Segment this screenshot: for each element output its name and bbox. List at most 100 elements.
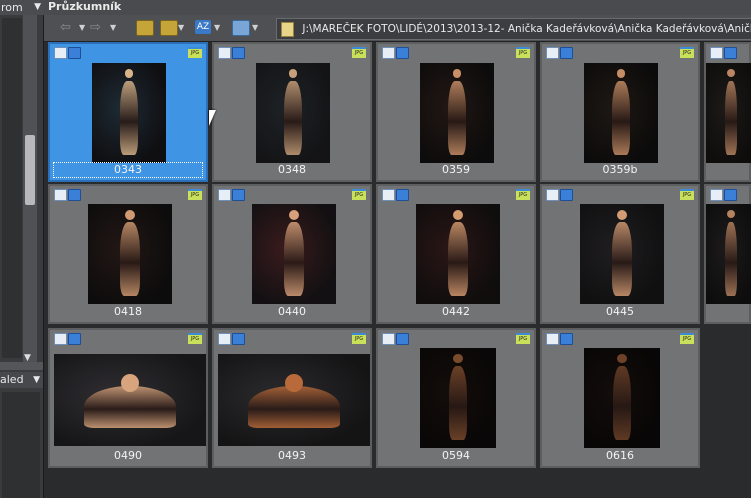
thumbnail-cell[interactable]: JPG 0348 [212,42,372,182]
info-icon [232,189,245,201]
info-icon [560,189,573,201]
model-figure [119,222,141,296]
photo-thumbnail [88,204,172,304]
thumbnail-cell[interactable]: JPG 0440 [212,184,372,324]
thumbnail-cell[interactable]: JPG 0343 [48,42,208,182]
back-dropdown-icon[interactable]: ▼ [79,19,85,37]
photo-thumbnail [584,348,660,448]
thumbnail-label: 0493 [278,449,306,462]
jpg-badge: JPG [188,47,202,58]
jpg-badge: JPG [188,333,202,344]
folder-icon [281,21,294,37]
model-figure [447,222,469,296]
model-figure [448,81,466,155]
photo-thumbnail [706,63,751,163]
thumbnail-label: 0616 [606,449,634,462]
camera-icon [546,189,559,201]
info-icon [724,47,737,59]
jpg-badge: JPG [516,333,530,344]
info-icon [560,47,573,59]
forward-arrow-icon[interactable]: ⇨ [90,19,101,37]
info-icon [396,47,409,59]
model-head [727,210,735,218]
info-icon [724,189,737,201]
model-head [453,354,463,364]
thumbnail-cell[interactable]: JPG 0616 [540,328,700,468]
favorites-folder-icon[interactable] [160,20,178,36]
camera-icon [54,189,67,201]
info-icon [232,47,245,59]
photo-thumbnail [54,354,206,446]
photo-thumbnail [706,204,751,304]
thumbnail-cell[interactable]: JPG 0594 [376,328,536,468]
path-text: J:\MAREČEK FOTO\LIDÉ\2013\2013-12- Aničk… [302,23,751,35]
thumbnail-label: 0359b [602,163,638,176]
thumbnail-label: 0440 [278,305,306,318]
model-figure [84,386,176,428]
model-head [452,69,462,78]
thumbnail-label: 0359 [442,163,470,176]
camera-icon [710,189,723,201]
path-field[interactable]: J:\MAREČEK FOTO\LIDÉ\2013\2013-12- Aničk… [276,18,751,40]
thumbnail-label: 0348 [278,163,306,176]
model-figure [284,81,302,155]
info-icon [560,333,573,345]
thumbnail-cell[interactable]: JPG 0442 [376,184,536,324]
lower-panel-header[interactable]: aled ▼ [0,372,43,388]
info-icon [68,189,81,201]
model-head [617,354,627,364]
camera-icon [382,47,395,59]
folder-tree[interactable] [2,18,22,358]
jpg-badge: JPG [188,189,202,200]
chevron-down-icon[interactable]: ▼ [33,372,40,388]
thumbnail-cell[interactable] [704,42,751,182]
info-icon [396,189,409,201]
model-figure [725,222,737,296]
folder-up-icon[interactable] [136,20,154,36]
info-icon [68,333,81,345]
left-panel-header-label: rom [1,1,23,14]
model-head [124,69,134,78]
model-figure [612,366,632,440]
lower-panel-header-label: aled [0,373,24,386]
model-head [616,69,626,78]
jpg-badge: JPG [516,189,530,200]
camera-icon [218,189,231,201]
chevron-down-icon[interactable]: ▼ [34,0,41,15]
thumbnail-cell[interactable] [704,184,751,324]
sort-dropdown-icon[interactable]: ▼ [214,19,220,37]
jpg-badge: JPG [352,333,366,344]
jpg-badge: JPG [680,47,694,58]
camera-icon [382,333,395,345]
thumbnail-label: 0445 [606,305,634,318]
left-panel-header[interactable]: rom ▼ [0,0,44,15]
lower-panel [2,392,40,498]
scrollbar-thumb[interactable] [25,135,35,205]
thumbnail-cell[interactable]: JPG 0445 [540,184,700,324]
jpg-badge: JPG [516,47,530,58]
thumbnail-label: 0418 [114,305,142,318]
favorites-dropdown-icon[interactable]: ▼ [178,19,184,37]
thumbnail-cell[interactable]: JPG 0359 [376,42,536,182]
photo-thumbnail [252,204,336,304]
view-mode-icon[interactable] [232,20,250,36]
thumbnail-label [706,163,749,177]
vertical-scrollbar[interactable]: ▼ [23,15,37,365]
thumbnail-label: 0343 [53,162,203,178]
view-dropdown-icon[interactable]: ▼ [252,19,258,37]
thumbnail-cell[interactable]: JPG 0493 [212,328,372,468]
info-icon [68,47,81,59]
thumbnail-cell[interactable]: JPG 0359b [540,42,700,182]
panel-splitter[interactable] [0,362,43,370]
left-panel: rom ▼ ▼ aled ▼ [0,0,44,498]
info-icon [232,333,245,345]
model-figure [725,81,737,155]
thumbnail-cell[interactable]: JPG 0418 [48,184,208,324]
forward-dropdown-icon[interactable]: ▼ [110,19,116,37]
back-arrow-icon[interactable]: ⇦ [60,19,71,37]
camera-icon [382,189,395,201]
sort-icon[interactable]: AZ [195,20,211,34]
model-figure [611,222,633,296]
model-head [288,69,298,78]
thumbnail-cell[interactable]: JPG 0490 [48,328,208,468]
